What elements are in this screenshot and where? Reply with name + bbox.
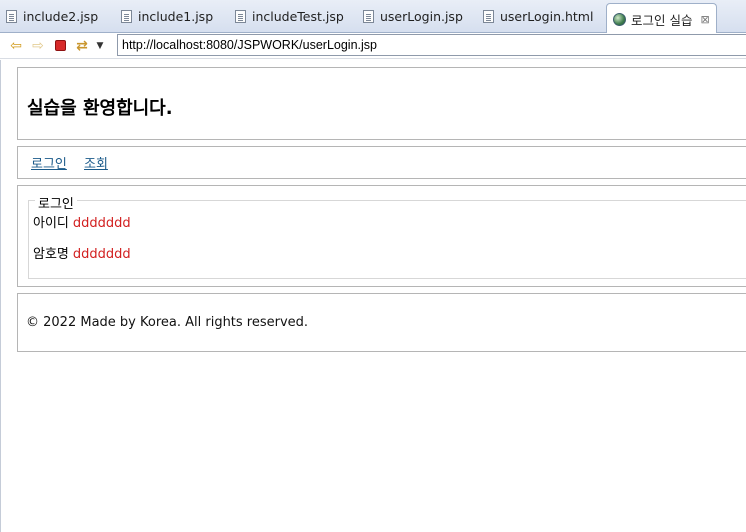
chevron-down-icon[interactable]: ▼ <box>93 35 107 57</box>
nav-link-login[interactable]: 로그인 <box>31 153 67 172</box>
tab-label: userLogin.html <box>500 9 594 24</box>
password-row: 암호명 ddddddd <box>33 243 131 262</box>
tab-include1-jsp[interactable]: include1.jsp <box>121 4 213 29</box>
tab-include2-jsp[interactable]: include2.jsp <box>6 4 98 29</box>
login-fieldset: 로그인 아이디 ddddddd 암호명 ddddddd <box>28 193 746 279</box>
globe-icon <box>613 12 626 26</box>
header-section: 실습을 환영합니다. <box>17 67 746 140</box>
tab-label: 로그인 실습 <box>631 12 693 28</box>
tab-login-practice[interactable]: 로그인 실습 ⊠ <box>606 3 717 34</box>
footer-section: © 2022 Made by Korea. All rights reserve… <box>17 293 746 352</box>
tab-label: includeTest.jsp <box>252 9 344 24</box>
password-label: 암호명 <box>33 247 69 262</box>
browser-toolbar: ⇦ ⇨ ⇄ ▼ http://localhost:8080/JSPWORK/us… <box>0 33 746 59</box>
id-label: 아이디 <box>33 216 69 231</box>
refresh-icon[interactable]: ⇄ <box>71 35 93 57</box>
tab-label: include2.jsp <box>23 9 99 24</box>
close-icon[interactable]: ⊠ <box>700 13 709 26</box>
id-row: 아이디 ddddddd <box>33 212 131 231</box>
tab-label: include1.jsp <box>138 9 214 24</box>
file-icon <box>121 10 132 23</box>
forward-icon[interactable]: ⇨ <box>27 35 49 57</box>
editor-tab-bar: include2.jsp include1.jsp includeTest.js… <box>0 0 746 34</box>
file-icon <box>483 10 494 23</box>
tab-userlogin-html[interactable]: userLogin.html <box>483 4 593 29</box>
nav-link-inquiry[interactable]: 조회 <box>84 153 108 172</box>
page-viewport: 실습을 환영합니다. 로그인 조회 로그인 아이디 ddddddd 암호명 dddd… <box>0 60 746 532</box>
page-title: 실습을 환영합니다. <box>27 98 173 119</box>
login-legend: 로그인 <box>35 193 77 212</box>
main-section: 로그인 아이디 ddddddd 암호명 ddddddd <box>17 185 746 287</box>
back-icon[interactable]: ⇦ <box>5 35 27 57</box>
copyright-text: © 2022 Made by Korea. All rights reserve… <box>26 315 309 330</box>
stop-icon[interactable] <box>49 35 71 57</box>
url-input[interactable]: http://localhost:8080/JSPWORK/userLogin.… <box>117 34 746 56</box>
id-value: ddddddd <box>72 216 131 231</box>
tab-userlogin-jsp[interactable]: userLogin.jsp <box>363 4 463 29</box>
file-icon <box>6 10 17 23</box>
password-value: ddddddd <box>72 247 131 262</box>
file-icon <box>235 10 246 23</box>
nav-section: 로그인 조회 <box>17 146 746 179</box>
file-icon <box>363 10 374 23</box>
tab-label: userLogin.jsp <box>380 9 463 24</box>
tab-includetest-jsp[interactable]: includeTest.jsp <box>235 4 344 29</box>
